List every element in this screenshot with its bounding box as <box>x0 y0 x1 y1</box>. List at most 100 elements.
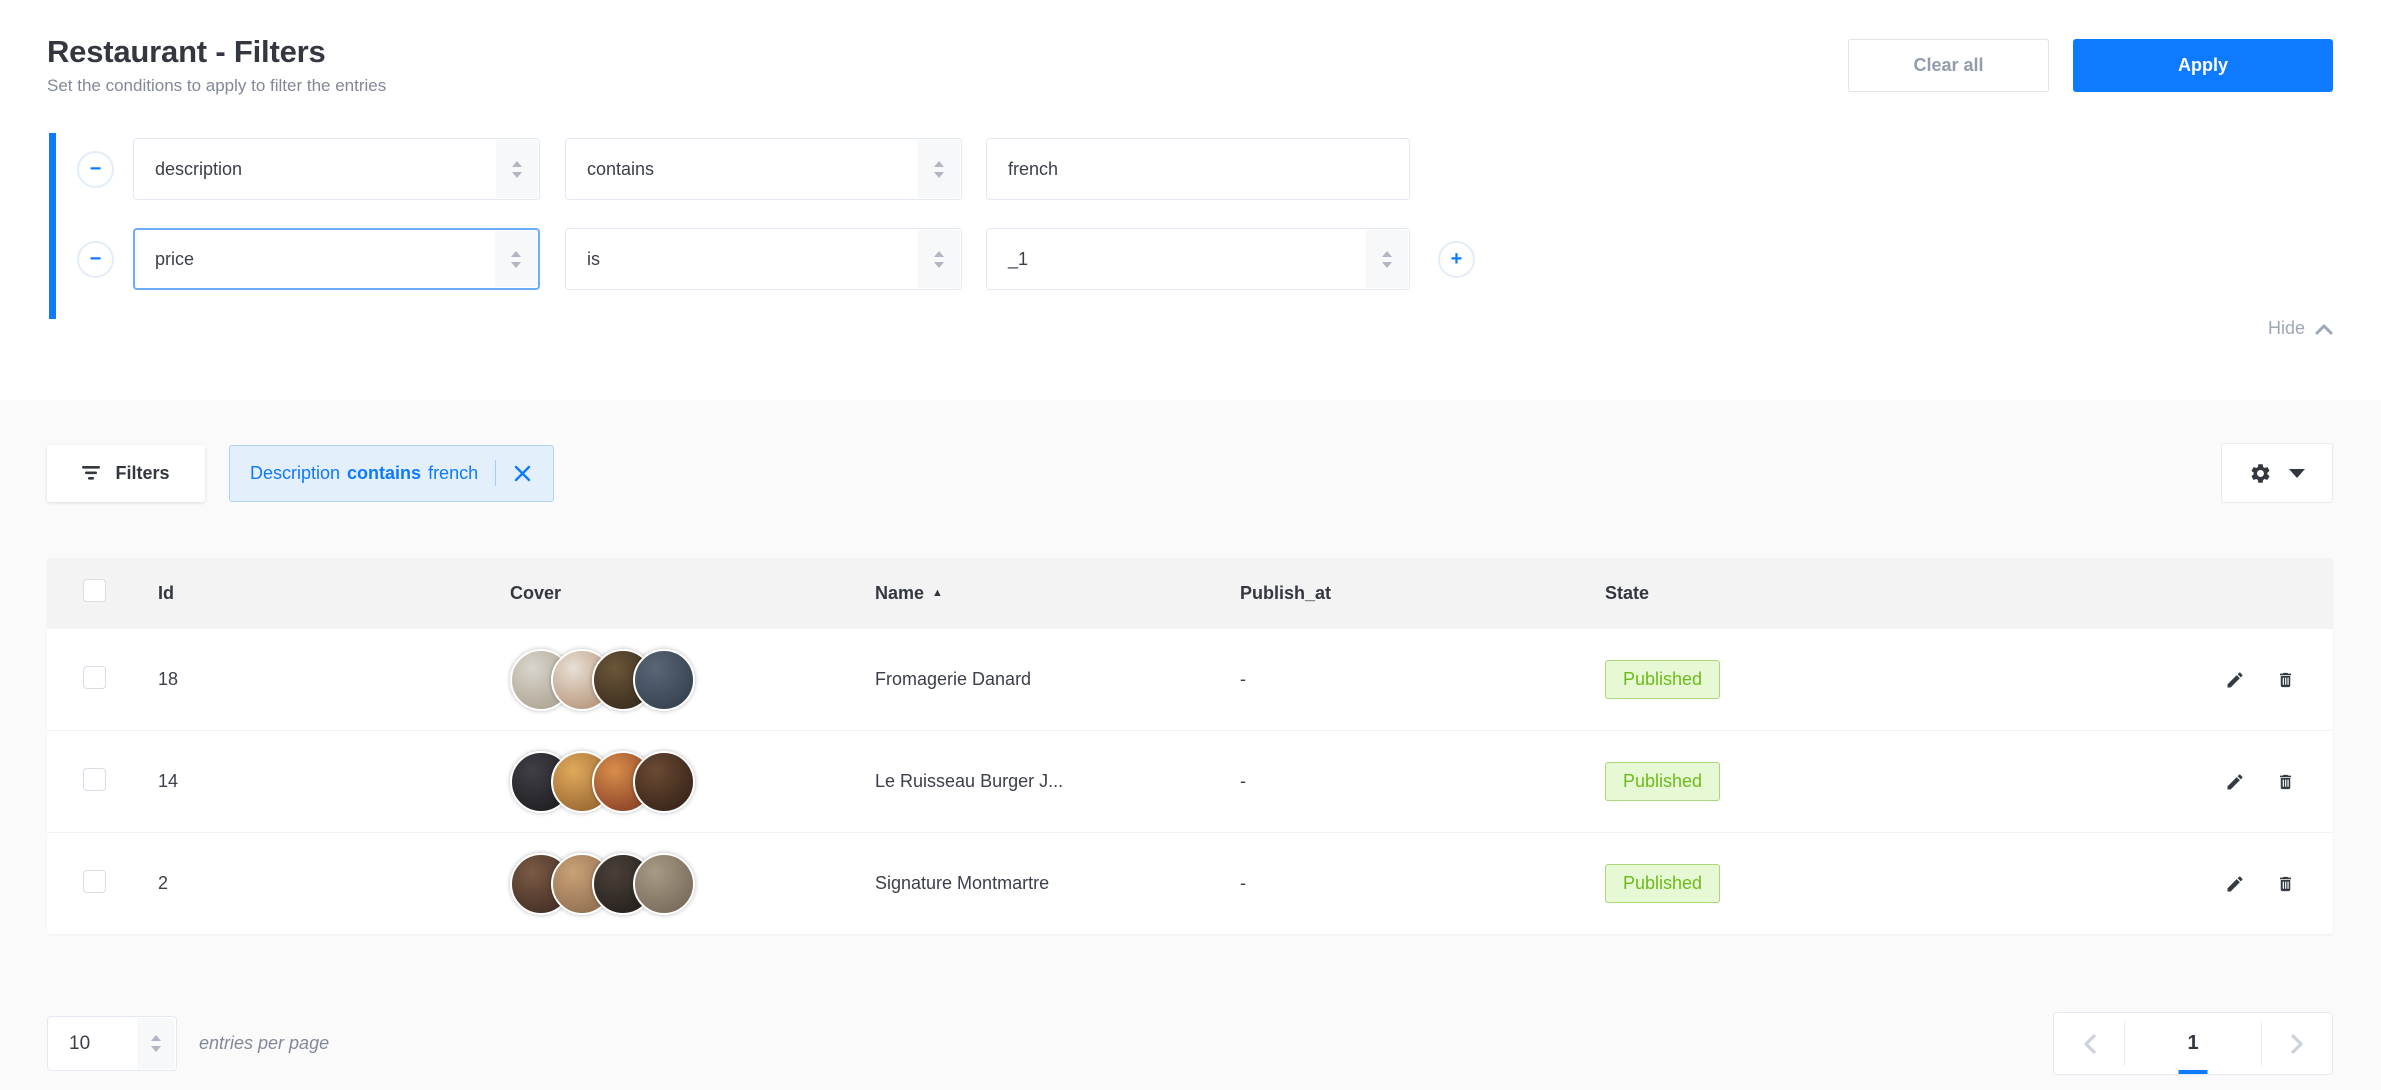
page-number[interactable]: 1 <box>2125 1013 2261 1074</box>
pencil-icon <box>2225 670 2245 690</box>
minus-icon: − <box>90 249 102 269</box>
chevron-up-icon <box>2315 323 2333 335</box>
row-checkbox[interactable] <box>83 666 106 689</box>
cover-photo <box>633 649 695 711</box>
cell-publish-at: - <box>1240 873 1605 894</box>
filters-panel: Restaurant - Filters Set the conditions … <box>0 0 2381 400</box>
clear-all-button[interactable]: Clear all <box>1848 39 2049 92</box>
apply-button[interactable]: Apply <box>2073 39 2333 92</box>
settings-dropdown-button[interactable] <box>2221 443 2333 503</box>
table-row[interactable]: 18 Fromagerie Danard - Published <box>47 628 2333 730</box>
cover-images <box>510 751 875 813</box>
filter-field-value: price <box>155 249 194 270</box>
filter-operator-select[interactable]: is <box>565 228 962 290</box>
filter-condition-row: − price is _1 + <box>77 228 2333 290</box>
filter-value-text: french <box>1008 159 1058 180</box>
pencil-icon <box>2225 772 2245 792</box>
hide-label: Hide <box>2268 318 2305 339</box>
tag-operator: contains <box>347 463 421 484</box>
filters-button[interactable]: Filters <box>47 445 205 502</box>
page-size-value: 10 <box>69 1033 90 1055</box>
filter-group-indicator <box>49 133 56 319</box>
select-arrows-icon <box>918 230 960 288</box>
filters-button-label: Filters <box>115 463 169 484</box>
gear-icon <box>2249 462 2272 485</box>
filter-operator-select[interactable]: contains <box>565 138 962 200</box>
row-checkbox[interactable] <box>83 870 106 893</box>
table-row[interactable]: 14 Le Ruisseau Burger J... - Published <box>47 730 2333 832</box>
hide-filters-link[interactable]: Hide <box>47 318 2333 339</box>
remove-tag-button[interactable] <box>512 463 533 484</box>
divider <box>495 460 496 486</box>
edit-button[interactable] <box>2223 770 2247 794</box>
filter-field-select[interactable]: description <box>133 138 540 200</box>
status-badge: Published <box>1605 762 1720 801</box>
filter-value-input[interactable]: french <box>986 138 1410 200</box>
cell-id: 18 <box>158 669 510 690</box>
entries-per-page-label: entries per page <box>199 1033 329 1054</box>
cover-photo <box>633 853 695 915</box>
cover-photo <box>633 751 695 813</box>
filter-operator-value: is <box>587 249 600 270</box>
filter-icon <box>82 466 101 480</box>
trash-icon <box>2276 874 2295 894</box>
active-page-indicator <box>2179 1070 2208 1074</box>
column-header-state[interactable]: State <box>1605 583 2167 604</box>
minus-icon: − <box>90 159 102 179</box>
delete-button[interactable] <box>2274 668 2297 692</box>
filter-field-select[interactable]: price <box>133 228 540 290</box>
row-checkbox[interactable] <box>83 768 106 791</box>
select-arrows-icon <box>137 1018 175 1069</box>
chevron-down-icon <box>2289 469 2305 478</box>
list-toolbar: Filters Description contains french <box>47 443 2333 503</box>
cell-id: 2 <box>158 873 510 894</box>
delete-button[interactable] <box>2274 770 2297 794</box>
page-title: Restaurant - Filters <box>47 34 386 70</box>
filter-operator-value: contains <box>587 159 654 180</box>
list-view-content: Filters Description contains french Id C… <box>0 443 2381 1075</box>
status-badge: Published <box>1605 660 1720 699</box>
column-header-publish-at[interactable]: Publish_at <box>1240 583 1605 604</box>
delete-button[interactable] <box>2274 872 2297 896</box>
select-arrows-icon <box>495 231 537 287</box>
filter-builder: − description contains french − price <box>47 138 2333 339</box>
cell-name: Signature Montmartre <box>875 873 1240 894</box>
remove-filter-button[interactable]: − <box>77 241 114 278</box>
add-filter-button[interactable]: + <box>1438 241 1475 278</box>
entries-table: Id Cover Name▲ Publish_at State 18 Froma… <box>47 558 2333 934</box>
close-icon <box>514 465 531 482</box>
next-page-button[interactable] <box>2262 1013 2332 1074</box>
cell-name: Le Ruisseau Burger J... <box>875 771 1240 792</box>
edit-button[interactable] <box>2223 668 2247 692</box>
tag-value: french <box>428 463 478 484</box>
page-subtitle: Set the conditions to apply to filter th… <box>47 76 386 96</box>
filter-field-value: description <box>155 159 242 180</box>
column-header-cover[interactable]: Cover <box>510 583 875 604</box>
cell-id: 14 <box>158 771 510 792</box>
plus-icon: + <box>1451 249 1463 269</box>
trash-icon <box>2276 670 2295 690</box>
filter-condition-row: − description contains french <box>77 138 2333 200</box>
select-all-checkbox[interactable] <box>83 579 106 602</box>
trash-icon <box>2276 772 2295 792</box>
column-header-id[interactable]: Id <box>158 583 510 604</box>
table-row[interactable]: 2 Signature Montmartre - Published <box>47 832 2333 934</box>
filter-value-select[interactable]: _1 <box>986 228 1410 290</box>
page-size-select[interactable]: 10 <box>47 1016 177 1071</box>
cell-name: Fromagerie Danard <box>875 669 1240 690</box>
active-filter-tag[interactable]: Description contains french <box>229 445 554 502</box>
sort-asc-icon: ▲ <box>932 587 943 599</box>
cell-publish-at: - <box>1240 669 1605 690</box>
previous-page-button[interactable] <box>2054 1013 2124 1074</box>
list-footer: 10 entries per page 1 <box>47 1012 2333 1075</box>
remove-filter-button[interactable]: − <box>77 151 114 188</box>
pencil-icon <box>2225 874 2245 894</box>
select-arrows-icon <box>918 140 960 198</box>
cell-publish-at: - <box>1240 771 1605 792</box>
chevron-left-icon <box>2083 1034 2096 1054</box>
table-header-row: Id Cover Name▲ Publish_at State <box>47 558 2333 628</box>
edit-button[interactable] <box>2223 872 2247 896</box>
pagination: 1 <box>2053 1012 2333 1075</box>
cover-images <box>510 853 875 915</box>
column-header-name[interactable]: Name▲ <box>875 583 1240 604</box>
